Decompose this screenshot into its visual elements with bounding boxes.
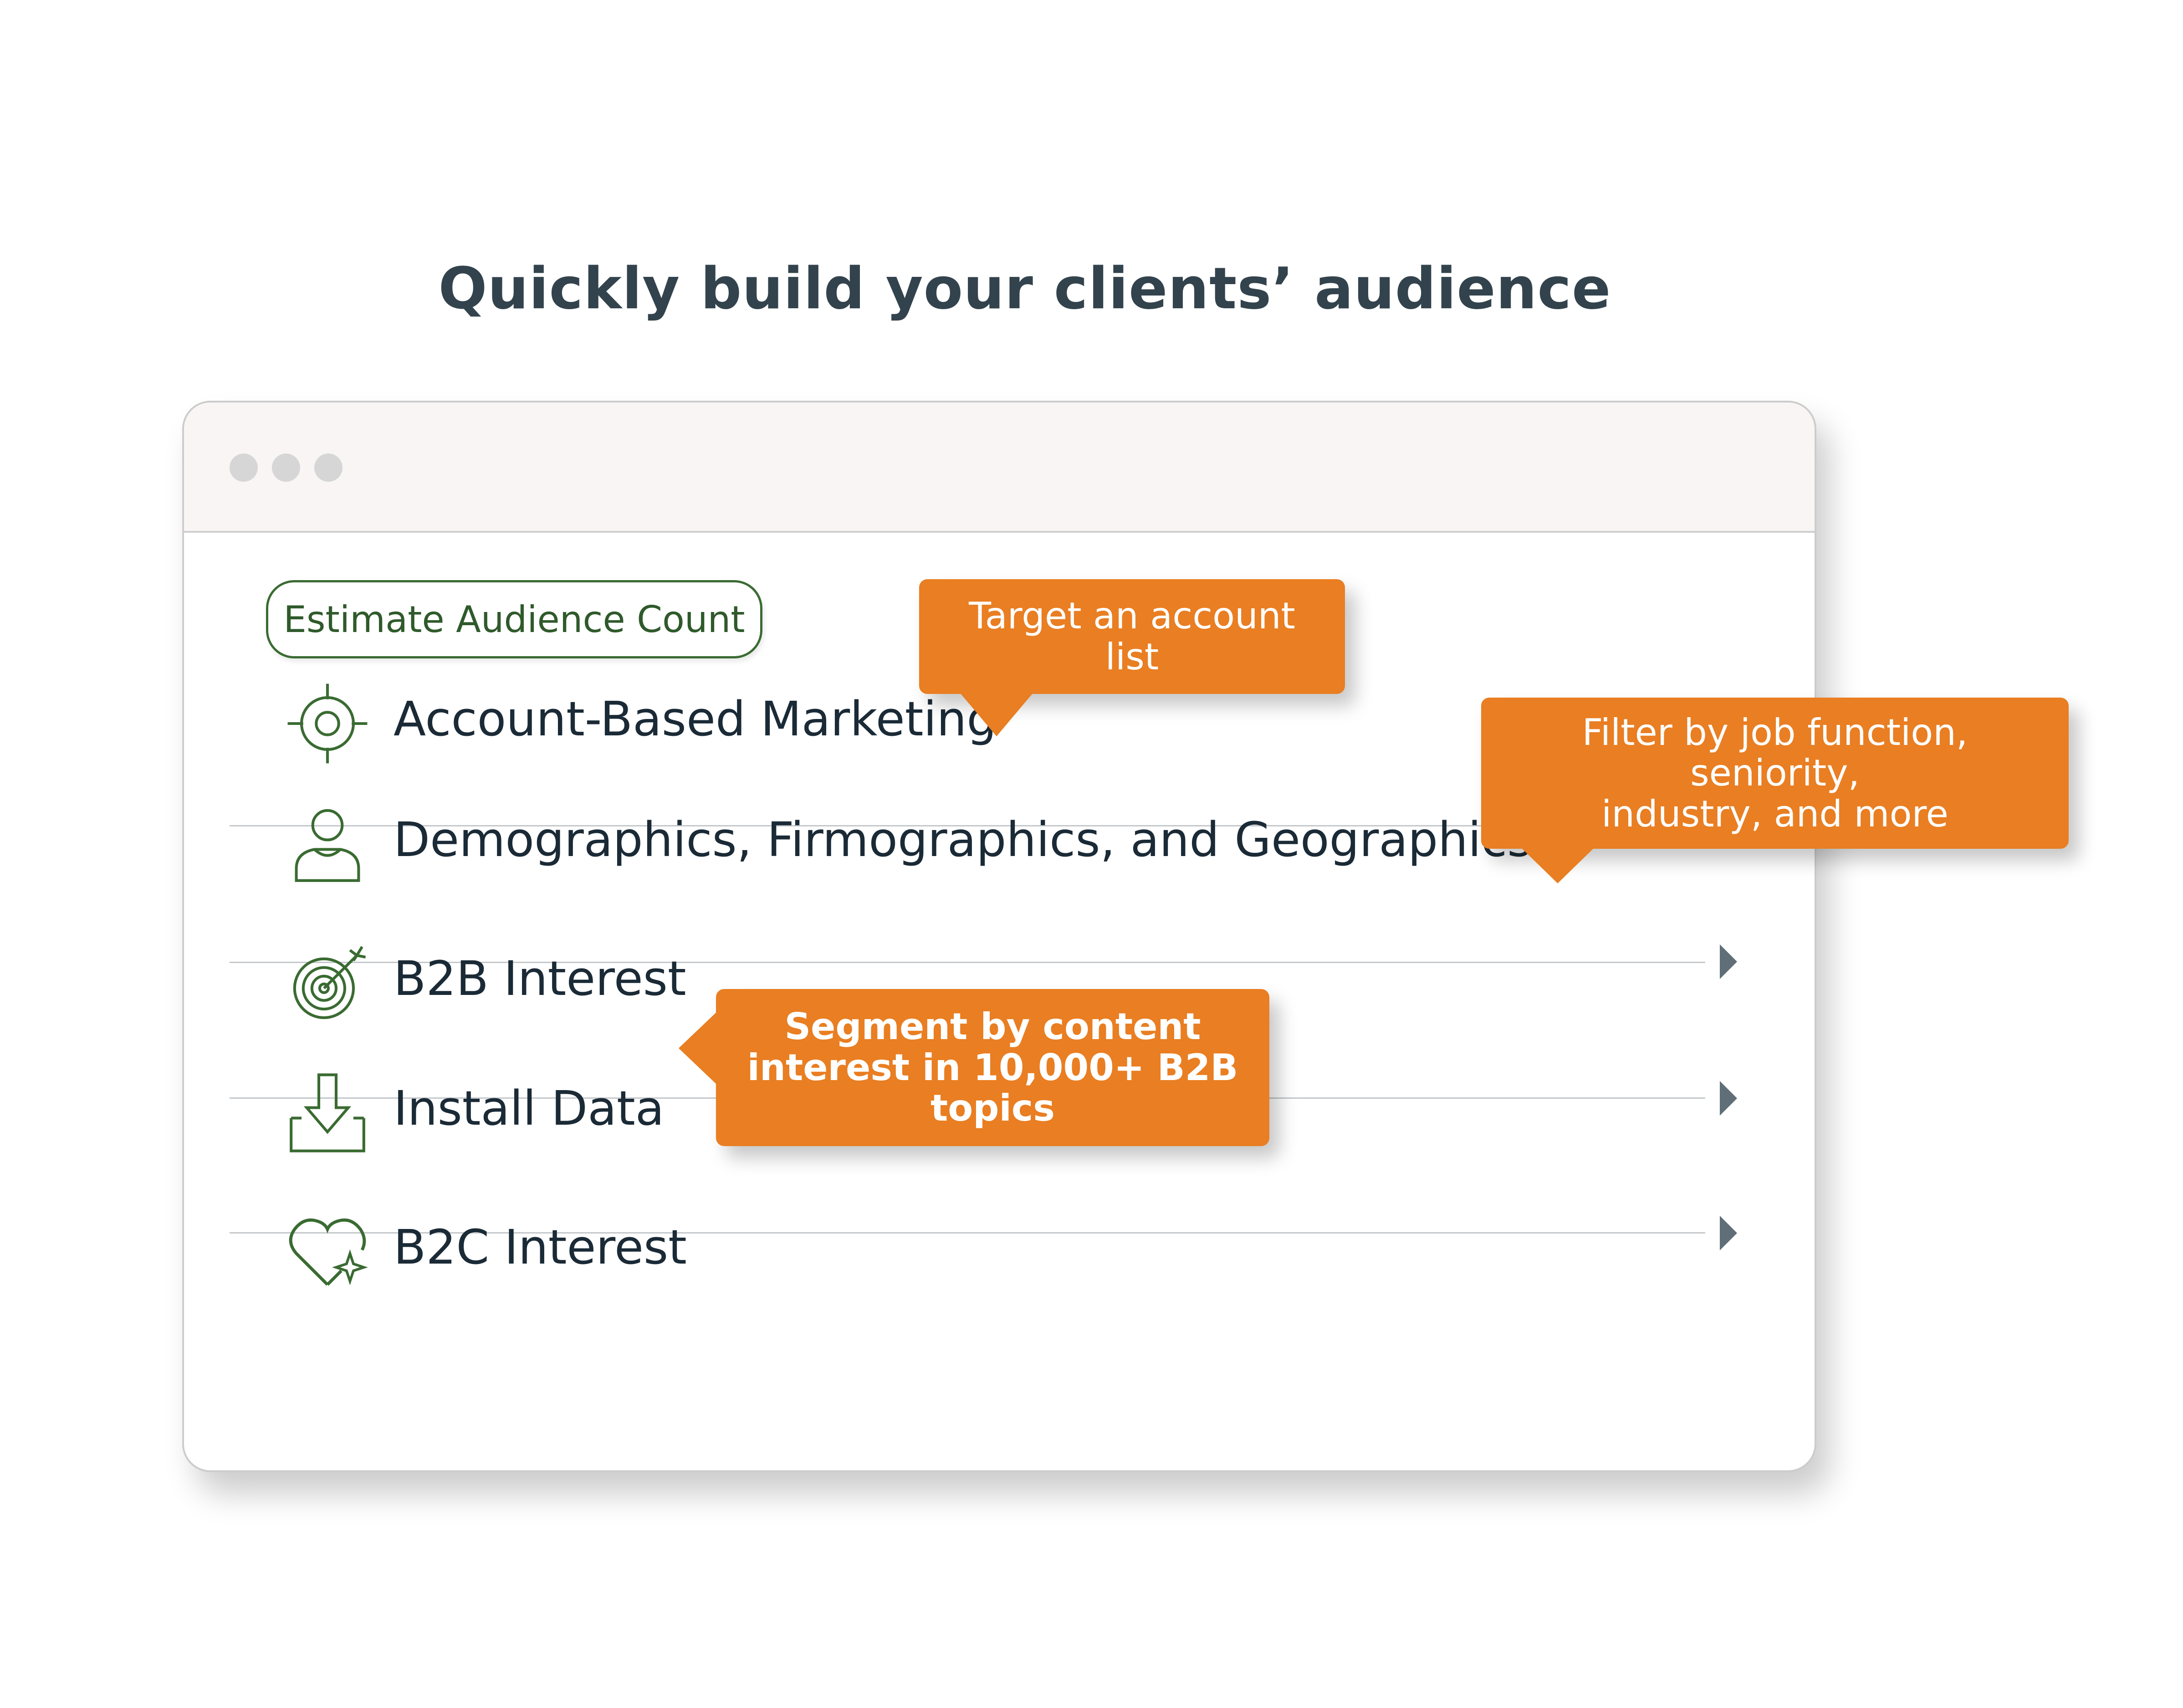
callout-pointer xyxy=(1521,848,1594,883)
row-label: Demographics, Firmographics, and Geograp… xyxy=(394,812,1532,867)
target-arrow-icon xyxy=(284,940,371,1026)
callout-pointer xyxy=(960,693,1033,736)
callout-text-line-2: industry, and more xyxy=(1601,792,1948,835)
callout-text: Target an account list xyxy=(969,595,1295,678)
callout-account-list: Target an account list xyxy=(919,579,1345,694)
callout-text-line-2: interest in 10,000+ B2B topics xyxy=(747,1046,1238,1130)
caret-right-icon[interactable] xyxy=(1720,1081,1737,1116)
callout-pointer xyxy=(679,1012,717,1085)
callout-text-line-1: Filter by job function, seniority, xyxy=(1582,711,1968,795)
row-label: B2C Interest xyxy=(394,1219,687,1275)
page-canvas: Quickly build your clients’ audience Est… xyxy=(0,0,2183,1708)
browser-window: Estimate Audience Count Account-Based Ma… xyxy=(182,401,1816,1472)
caret-right-icon[interactable] xyxy=(1720,1216,1737,1250)
callout-filter-job-function: Filter by job function, seniority, indus… xyxy=(1481,698,2069,849)
page-title: Quickly build your clients’ audience xyxy=(438,255,1611,322)
window-titlebar xyxy=(184,403,1815,533)
estimate-audience-count-button[interactable]: Estimate Audience Count xyxy=(266,580,762,658)
person-icon xyxy=(284,801,371,887)
window-dot-close[interactable] xyxy=(230,454,258,482)
caret-right-icon[interactable] xyxy=(1720,944,1737,979)
row-b2c-interest[interactable]: B2C Interest xyxy=(230,1195,1719,1300)
callout-segment-content: Segment by content interest in 10,000+ B… xyxy=(716,989,1269,1146)
download-tray-icon xyxy=(284,1070,371,1156)
heart-sparkle-icon xyxy=(284,1208,371,1295)
row-label: Install Data xyxy=(394,1081,665,1136)
callout-text-line-1: Segment by content xyxy=(784,1005,1201,1048)
window-dot-maximize[interactable] xyxy=(314,454,343,482)
row-label: Account-Based Marketing xyxy=(394,691,997,747)
window-dot-minimize[interactable] xyxy=(272,454,300,482)
row-label: B2B Interest xyxy=(394,951,686,1006)
crosshair-icon xyxy=(284,680,371,767)
